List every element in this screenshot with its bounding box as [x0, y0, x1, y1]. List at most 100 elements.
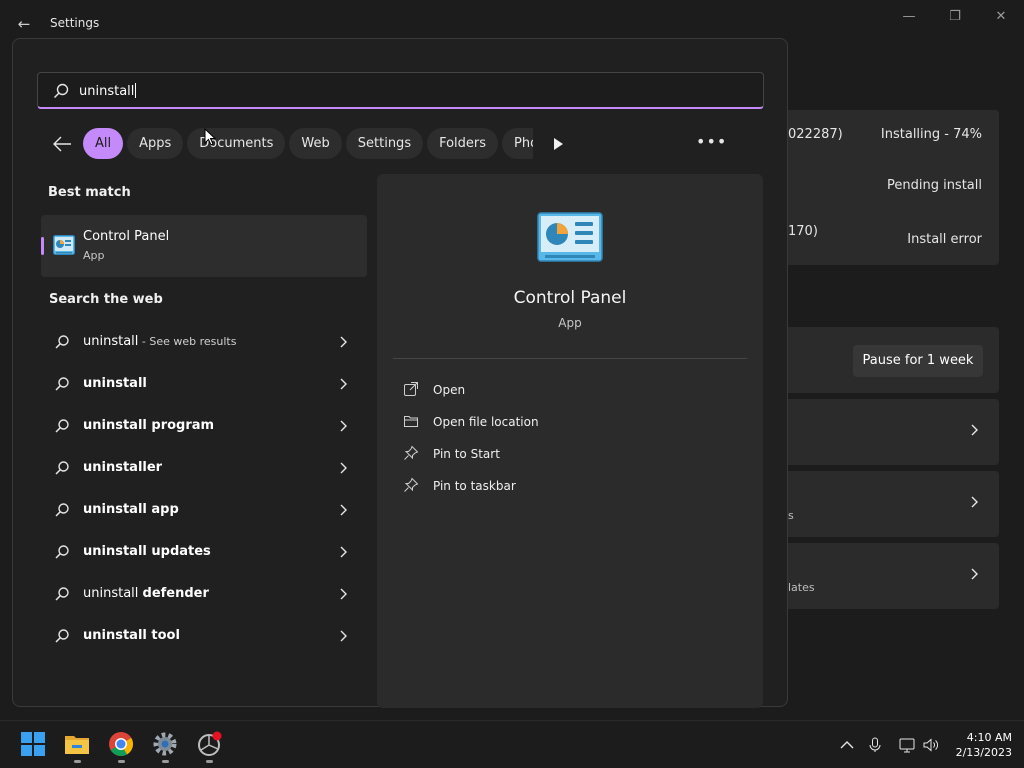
- preview-actions: Open Open file location Pin to Start Pin…: [401, 379, 731, 507]
- search-icon: [55, 461, 69, 475]
- search-web-heading: Search the web: [49, 292, 163, 307]
- folder-icon: [404, 416, 418, 427]
- result-type: App: [83, 249, 105, 262]
- filter-chip-web[interactable]: Web: [289, 128, 342, 159]
- result-name: Control Panel: [83, 229, 170, 244]
- filter-chip-apps[interactable]: Apps: [127, 128, 184, 159]
- pin-icon: [404, 477, 419, 492]
- clock-date: 2/13/2023: [955, 746, 1012, 759]
- suggestion-text: uninstall updates: [83, 544, 211, 559]
- open-file-location-action[interactable]: Open file location: [401, 411, 731, 443]
- suggestion-typed: uninstall: [83, 334, 139, 349]
- pause-button[interactable]: Pause for 1 week: [853, 345, 983, 377]
- option-subtext: s: [788, 509, 794, 522]
- filter-chips: AllAppsDocumentsWebSettingsFoldersPho: [83, 128, 533, 160]
- action-label: Open file location: [433, 415, 539, 429]
- screen-recorder-icon[interactable]: [196, 731, 222, 757]
- web-suggestion[interactable]: uninstall program: [41, 405, 367, 447]
- update-status: Installing - 74%: [880, 127, 982, 142]
- chevron-right-icon: [340, 504, 347, 516]
- open-icon: [404, 382, 418, 396]
- selection-indicator: [41, 237, 44, 255]
- search-icon: [55, 545, 69, 559]
- system-clock[interactable]: 4:10 AM 2/13/2023: [950, 730, 1012, 760]
- web-suggestion[interactable]: uninstall defender: [41, 573, 367, 615]
- restore-button[interactable]: ❐: [940, 8, 970, 26]
- update-name: 022287): [788, 127, 843, 142]
- settings-option-card[interactable]: [788, 399, 999, 465]
- suggestion-completion: uninstall app: [83, 502, 179, 517]
- suggestion-completion: uninstall program: [83, 418, 215, 433]
- settings-option-card[interactable]: s: [788, 471, 999, 537]
- action-label: Pin to taskbar: [433, 479, 516, 493]
- suggestion-text: uninstall program: [83, 418, 214, 433]
- web-suggestion[interactable]: uninstall: [41, 363, 367, 405]
- web-suggestion[interactable]: uninstall tool: [41, 615, 367, 657]
- clock-time: 4:10 AM: [966, 731, 1012, 744]
- update-status: Install error: [907, 232, 982, 247]
- open-action[interactable]: Open: [401, 379, 731, 411]
- chevron-right-icon: [340, 336, 347, 348]
- minimize-button[interactable]: —: [894, 8, 924, 26]
- play-arrow-icon[interactable]: [551, 136, 565, 152]
- search-icon: [55, 335, 69, 349]
- suggestion-completion: uninstall updates: [83, 544, 211, 559]
- file-explorer-icon[interactable]: [64, 731, 90, 757]
- chevron-right-icon: [340, 462, 347, 474]
- search-icon: [55, 629, 69, 643]
- volume-icon[interactable]: [922, 736, 940, 754]
- search-icon: [55, 587, 69, 601]
- back-arrow-icon[interactable]: ←: [14, 14, 34, 34]
- filter-chip-photos[interactable]: Pho: [502, 128, 533, 159]
- chevron-right-icon: [340, 630, 347, 642]
- chrome-icon[interactable]: [108, 731, 134, 757]
- chevron-right-icon: [971, 568, 978, 580]
- settings-option-card[interactable]: lates: [788, 543, 999, 609]
- control-panel-icon: [537, 212, 603, 262]
- web-suggestion[interactable]: uninstall app: [41, 489, 367, 531]
- running-indicator: [74, 760, 81, 763]
- text-caret: [135, 83, 137, 98]
- suggestion-completion: uninstall: [83, 376, 147, 391]
- suggestion-text: uninstall app: [83, 502, 179, 517]
- search-flyout: uninstall All Apps Documents Web Settings Fol…: [12, 38, 788, 708]
- back-arrow-icon[interactable]: [51, 134, 73, 154]
- pin-to-start-action[interactable]: Pin to Start: [401, 443, 731, 475]
- more-options-icon[interactable]: •••: [696, 133, 726, 153]
- result-preview-pane: Control Panel App Open Open file locatio…: [377, 174, 763, 708]
- web-suggestion[interactable]: uninstall - See web results: [41, 321, 367, 363]
- search-input[interactable]: uninstall: [79, 83, 137, 99]
- control-panel-icon: [53, 235, 75, 255]
- search-icon: [55, 503, 69, 517]
- filter-chip-all[interactable]: All: [83, 128, 124, 159]
- windows-start-icon[interactable]: [20, 731, 46, 757]
- web-suggestion[interactable]: uninstall updates: [41, 531, 367, 573]
- filter-chip-folders[interactable]: Folders: [427, 128, 499, 159]
- best-match-result[interactable]: Control Panel App: [41, 215, 367, 277]
- search-icon: [55, 419, 69, 433]
- settings-gear-icon[interactable]: [152, 731, 178, 757]
- web-suggestion[interactable]: uninstaller: [41, 447, 367, 489]
- window-title: Settings: [50, 16, 100, 30]
- chevron-up-icon[interactable]: [838, 736, 856, 754]
- search-box[interactable]: uninstall: [37, 72, 764, 109]
- filter-chip-settings[interactable]: Settings: [345, 128, 424, 159]
- pin-to-taskbar-action[interactable]: Pin to taskbar: [401, 475, 731, 507]
- taskbar: 4:10 AM 2/13/2023: [0, 720, 1024, 768]
- filter-chip-documents[interactable]: Documents: [187, 128, 286, 159]
- suggestion-text: uninstall defender: [83, 586, 209, 601]
- preview-type: App: [558, 316, 582, 330]
- close-button[interactable]: ✕: [986, 8, 1016, 26]
- search-query: uninstall: [79, 84, 135, 99]
- microphone-icon[interactable]: [866, 736, 884, 754]
- preview-title: Control Panel: [513, 288, 627, 308]
- suggestion-completion: defender: [142, 586, 209, 601]
- chevron-right-icon: [971, 496, 978, 508]
- suggestion-note: - See web results: [138, 335, 237, 348]
- chevron-right-icon: [340, 588, 347, 600]
- network-icon[interactable]: [898, 736, 916, 754]
- update-row: 170) Install error: [788, 213, 999, 263]
- search-icon: [55, 377, 69, 391]
- update-status: Pending install: [886, 178, 982, 193]
- best-match-heading: Best match: [48, 185, 131, 200]
